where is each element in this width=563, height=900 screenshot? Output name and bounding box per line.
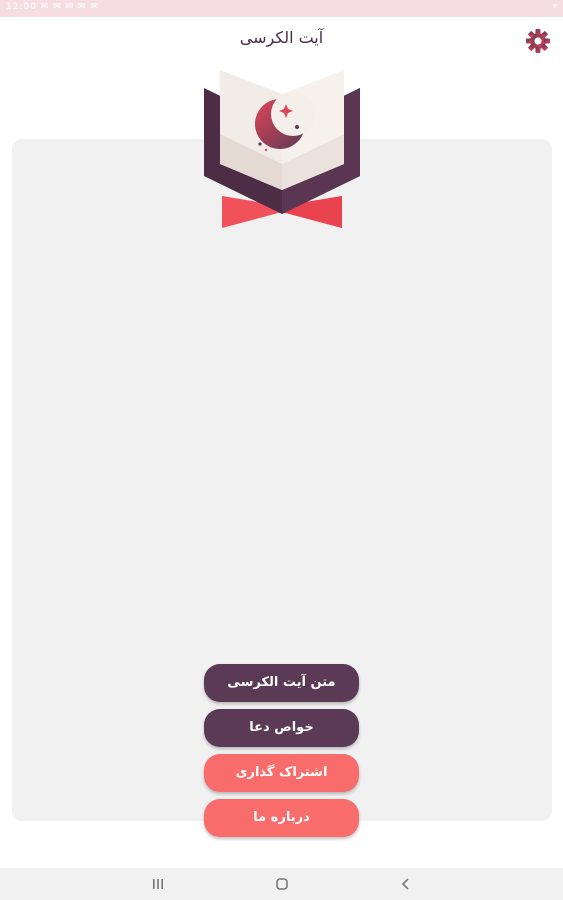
gear-icon (526, 29, 550, 53)
status-bar-right: ▾ (552, 2, 557, 12)
back-button[interactable] (396, 874, 416, 894)
system-navigation-bar (0, 868, 563, 900)
settings-button[interactable] (524, 27, 552, 55)
recents-icon (153, 879, 163, 889)
share-button[interactable]: اشتراک گذاری (204, 754, 359, 792)
status-bar-left: 12:00 ✉ ✉ ✉ ✉ ✉ (6, 2, 99, 12)
home-button[interactable] (272, 874, 292, 894)
page-title: آیت الکرسی (239, 28, 324, 47)
recents-button[interactable] (148, 874, 168, 894)
app-logo (200, 64, 364, 232)
status-bar: 12:00 ✉ ✉ ✉ ✉ ✉ ▾ (0, 0, 563, 17)
about-us-button[interactable]: درباره ما (204, 799, 359, 837)
ayat-text-button[interactable]: متن آیت الکرسی (204, 664, 359, 702)
prayer-properties-button[interactable]: خواص دعا (204, 709, 359, 747)
app-screen: 12:00 ✉ ✉ ✉ ✉ ✉ ▾ آیت الکرسی متن آیت الک… (0, 0, 563, 900)
back-icon (401, 878, 409, 890)
home-icon (276, 878, 288, 890)
quran-book-crescent-icon (204, 70, 360, 228)
